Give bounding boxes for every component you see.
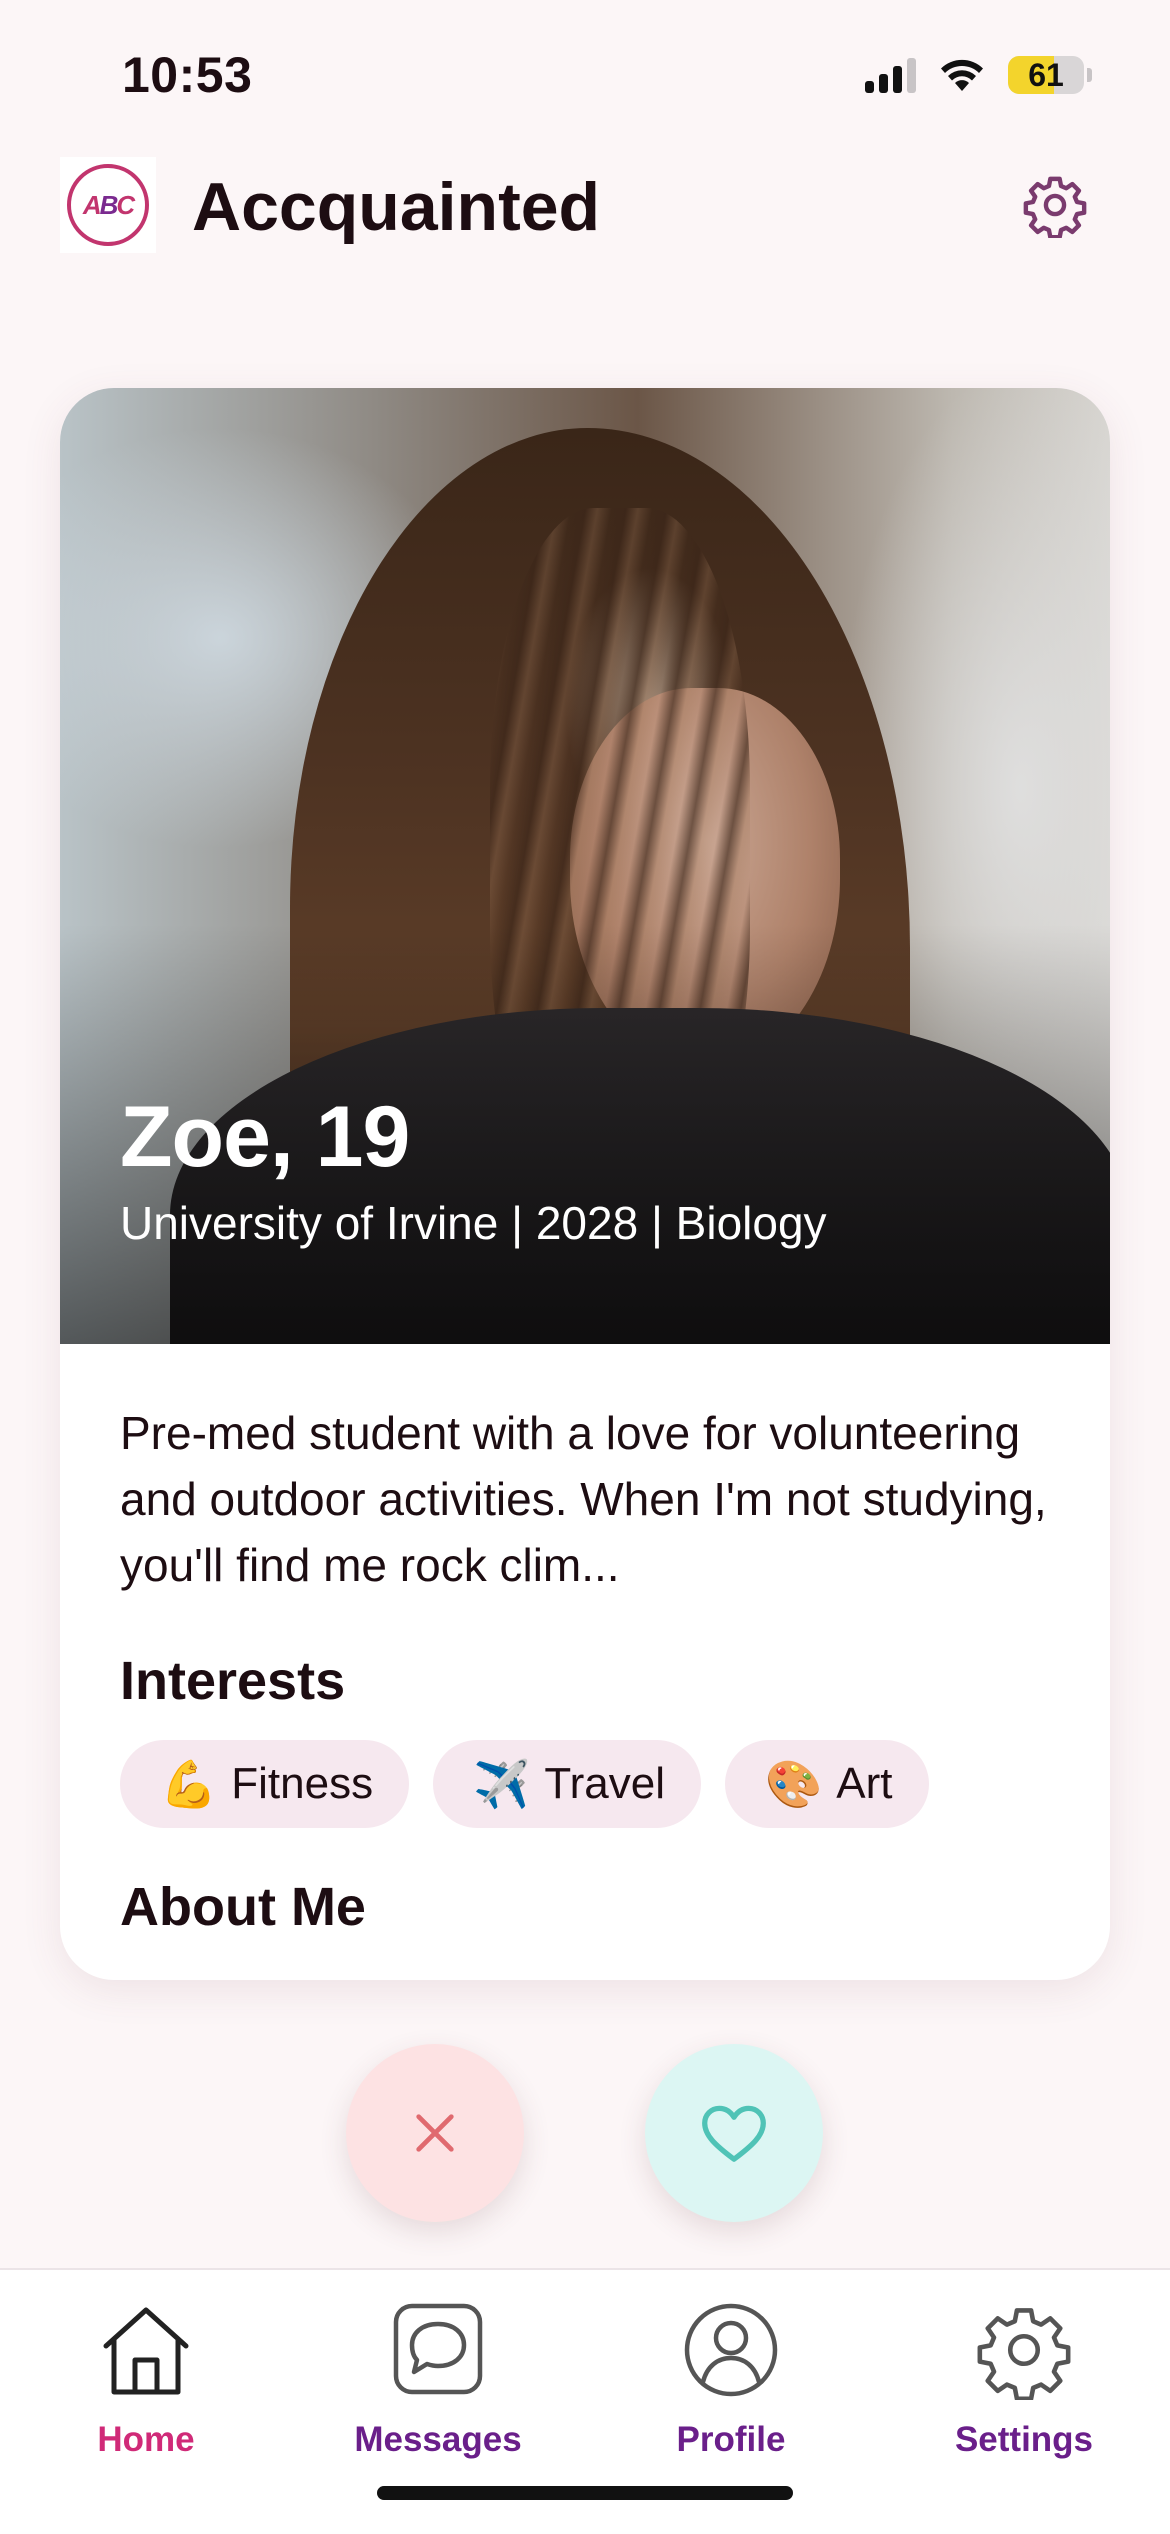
interest-chip-art: 🎨 Art	[725, 1740, 929, 1828]
profile-card[interactable]: Zoe, 19 University of Irvine | 2028 | Bi…	[60, 388, 1110, 1980]
interest-chip-travel: ✈️ Travel	[433, 1740, 702, 1828]
interests-list: 💪 Fitness ✈️ Travel 🎨 Art	[120, 1740, 929, 1828]
app-logo-icon: ABC	[60, 157, 156, 253]
close-icon	[416, 2114, 454, 2152]
home-indicator[interactable]	[377, 2486, 793, 2500]
interests-heading: Interests	[120, 1651, 346, 1711]
tab-label: Home	[97, 2420, 195, 2459]
artist-palette-icon: 🎨	[765, 1758, 823, 1810]
profile-name-age: Zoe, 19	[120, 1089, 410, 1185]
tab-settings[interactable]: Settings	[914, 2300, 1134, 2460]
status-icons: 61	[865, 56, 1092, 94]
profile-school-info: University of Irvine | 2028 | Biology	[120, 1197, 827, 1249]
heart-icon	[702, 2105, 766, 2162]
flexed-biceps-icon: 💪	[160, 1758, 218, 1810]
about-me-heading: About Me	[120, 1877, 366, 1937]
profile-bio: Pre-med student with a love for voluntee…	[120, 1407, 1047, 1591]
status-time: 10:53	[122, 47, 253, 103]
wifi-icon	[941, 59, 983, 91]
battery-icon: 61	[1008, 56, 1092, 94]
tab-label: Settings	[954, 2420, 1094, 2459]
interest-chip-label: Fitness	[231, 1759, 374, 1808]
tab-home[interactable]: Home	[36, 2300, 256, 2460]
battery-level: 61	[1028, 56, 1064, 93]
interest-chip-label: Travel	[544, 1759, 666, 1808]
interest-chip-label: Art	[836, 1759, 893, 1808]
pass-button[interactable]	[346, 2044, 524, 2222]
tab-messages[interactable]: Messages	[328, 2300, 548, 2460]
gear-icon	[977, 2308, 1071, 2400]
person-icon	[684, 2303, 778, 2397]
tab-profile[interactable]: Profile	[621, 2300, 841, 2460]
gear-icon[interactable]	[1022, 172, 1088, 238]
like-button[interactable]	[645, 2044, 823, 2222]
tab-label: Messages	[354, 2420, 522, 2459]
app-title: Accquainted	[192, 169, 601, 245]
home-icon	[103, 2307, 189, 2395]
airplane-icon: ✈️	[473, 1758, 531, 1810]
tab-label: Profile	[676, 2420, 786, 2459]
interest-chip-fitness: 💪 Fitness	[120, 1740, 410, 1828]
message-bubble-icon	[393, 2303, 483, 2395]
profile-photo[interactable]: Zoe, 19 University of Irvine | 2028 | Bi…	[60, 388, 1110, 1344]
cellular-signal-icon	[865, 57, 916, 93]
